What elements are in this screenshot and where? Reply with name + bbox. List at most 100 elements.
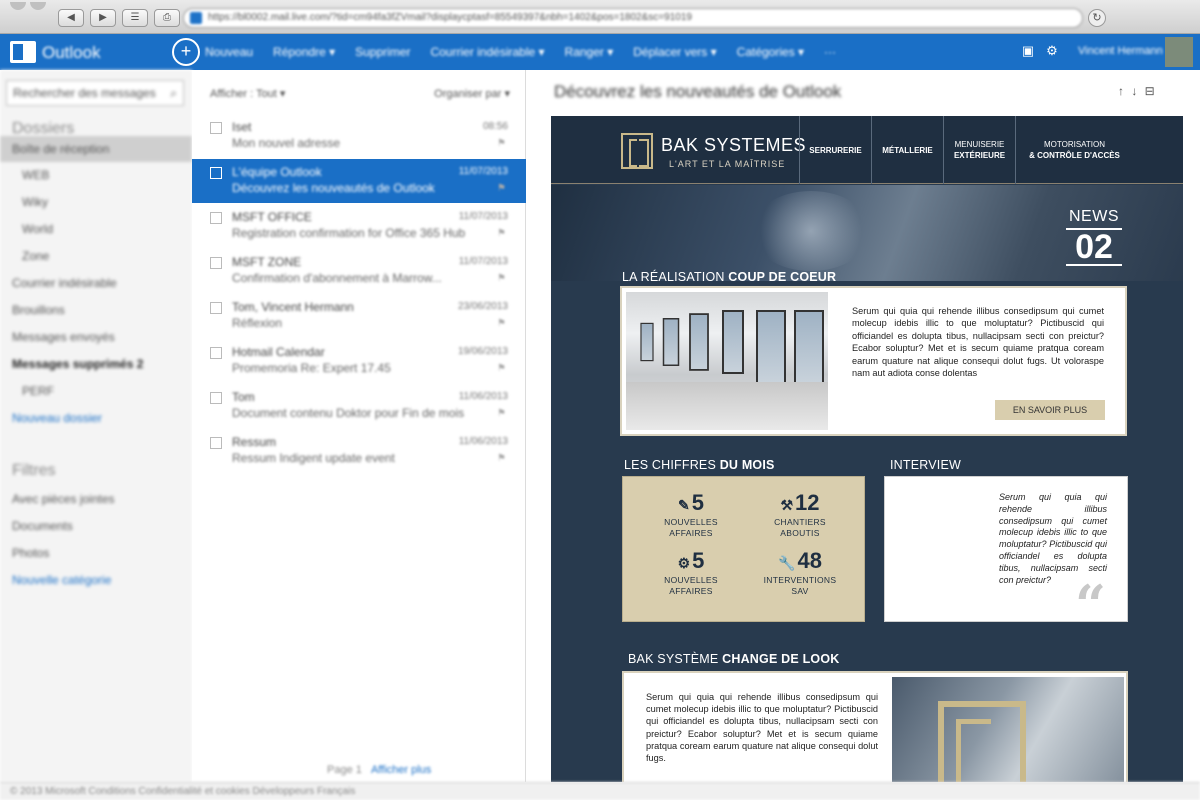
list-item[interactable]: Tom 11/06/2013 Document contenu Doktor pou… <box>192 384 526 428</box>
folder-item[interactable]: Messages envoyés <box>12 330 115 344</box>
flag-icon[interactable]: ⚑ <box>497 273 506 284</box>
back-button[interactable]: ◀ <box>58 9 84 27</box>
filter-label[interactable]: Afficher : Tout ▾ <box>210 88 285 100</box>
folder-item[interactable]: WEB <box>22 168 49 182</box>
nav-motorisation[interactable]: MOTORISATION & CONTRÔLE D'ACCÈS <box>1015 116 1133 184</box>
pen-icon: ✎ <box>678 497 690 513</box>
url-text: https://bl0002.mail.live.com/?tid=cm94fa… <box>208 12 692 23</box>
message-checkbox[interactable] <box>210 437 222 449</box>
message-checkbox[interactable] <box>210 167 222 179</box>
reading-nav-icons[interactable]: ↑ ↓ ⊟ <box>1118 84 1157 98</box>
forward-button[interactable]: ▶ <box>90 9 116 27</box>
learn-more-button[interactable]: EN SAVOIR PLUS <box>995 400 1105 420</box>
command-item[interactable]: ··· <box>824 45 836 59</box>
filters-heading[interactable]: Filtres <box>12 462 56 480</box>
message-checkbox[interactable] <box>210 392 222 404</box>
list-item[interactable]: L'équipe Outlook 11/07/2013 Découvrez les … <box>192 159 526 203</box>
folder-item[interactable]: Zone <box>22 249 49 263</box>
reading-pane: Découvrez les nouveautés de Outlook ↑ ↓ … <box>526 70 1200 782</box>
pager-next-link[interactable]: Afficher plus <box>371 764 431 776</box>
command-item[interactable]: Supprimer <box>355 45 410 59</box>
folder-item[interactable]: Courrier indésirable <box>12 276 117 290</box>
flag-icon[interactable]: ⚑ <box>497 363 506 374</box>
avatar[interactable] <box>1165 37 1193 67</box>
messenger-icon[interactable]: ▣ <box>1020 43 1036 59</box>
flag-icon[interactable]: ⚑ <box>497 228 506 239</box>
stat-item: ✎5 NOUVELLES AFFAIRES <box>664 490 718 539</box>
share-button[interactable]: ⎙ <box>154 9 180 27</box>
search-icon[interactable]: ⌕ <box>170 81 177 105</box>
user-name[interactable]: Vincent Hermann <box>1078 45 1163 57</box>
message-subject-line: Registration confirmation for Office 365… <box>232 226 466 240</box>
folder-item[interactable]: Nouveau dossier <box>12 411 102 425</box>
message-sender: MSFT OFFICE <box>232 210 312 224</box>
look-card: Serum qui quia qui rehende illibus conse… <box>622 671 1128 782</box>
message-sender: Tom <box>232 390 255 404</box>
filter-item[interactable]: Avec pièces jointes <box>12 492 115 506</box>
message-sender: Ressum <box>232 435 277 449</box>
folder-pane: Rechercher des messages ⌕ Dossiers Boîte… <box>0 70 192 782</box>
list-item[interactable]: Tom, Vincent Hermann 23/06/2013 Réflexion ⚑ <box>192 294 526 338</box>
list-item[interactable]: MSFT ZONE 11/07/2013 Confirmation d'abonne… <box>192 249 526 293</box>
sort-label[interactable]: Organiser par ▾ <box>434 87 510 100</box>
status-bar: © 2013 Microsoft Conditions Confidential… <box>0 782 1200 800</box>
flag-icon[interactable]: ⚑ <box>497 453 506 464</box>
folder-item[interactable]: Brouillons <box>12 303 65 317</box>
flag-icon[interactable]: ⚑ <box>497 318 506 329</box>
window-close-icon[interactable] <box>10 2 26 10</box>
message-subject-line: Promemoria Re: Expert 17.45 <box>232 361 391 375</box>
flag-icon[interactable]: ⚑ <box>497 183 506 194</box>
outlook-brand[interactable]: Outlook <box>42 43 101 63</box>
folder-item[interactable]: World <box>22 222 53 236</box>
list-item[interactable]: MSFT OFFICE 11/07/2013 Registration confir… <box>192 204 526 248</box>
bookmarks-button[interactable]: ☰ <box>122 9 148 27</box>
flag-icon[interactable]: ⚑ <box>497 138 506 149</box>
message-subject-line: Mon nouvel adresse <box>232 136 341 150</box>
message-checkbox[interactable] <box>210 302 222 314</box>
list-item[interactable]: Iset 08:56 Mon nouvel adresse ⚑ <box>192 114 526 158</box>
folder-item[interactable]: Messages supprimés 2 <box>12 357 143 371</box>
section-look-title: BAK SYSTÈME CHANGE DE LOOK <box>628 652 840 666</box>
stat-item: ⚒12 CHANTIERS ABOUTIS <box>774 490 826 539</box>
filter-item[interactable]: Documents <box>12 519 73 533</box>
favicon-icon <box>190 12 202 24</box>
gear-icon[interactable]: ⚙ <box>1044 43 1060 59</box>
folder-item[interactable]: Wiky <box>22 195 48 209</box>
message-subject-line: Ressum Indigent update event <box>232 451 395 465</box>
list-item[interactable]: Ressum 11/06/2013 Ressum Indigent update e… <box>192 429 526 473</box>
command-item[interactable]: Ranger ▾ <box>565 45 614 59</box>
message-checkbox[interactable] <box>210 347 222 359</box>
list-filter[interactable]: Afficher : Tout ▾ Organiser par ▾ <box>210 87 510 100</box>
command-item[interactable]: Courrier indésirable ▾ <box>430 45 544 59</box>
nav-menuiserie[interactable]: MENUISERIE EXTÉRIEURE <box>943 116 1015 184</box>
command-item[interactable]: Déplacer vers ▾ <box>633 45 716 59</box>
flag-icon[interactable]: ⚑ <box>497 408 506 419</box>
message-checkbox[interactable] <box>210 122 222 134</box>
folder-item[interactable]: PERF <box>22 384 54 398</box>
command-item[interactable]: Répondre ▾ <box>273 45 335 59</box>
message-checkbox[interactable] <box>210 212 222 224</box>
search-input[interactable]: Rechercher des messages ⌕ <box>6 80 184 106</box>
list-item[interactable]: Hotmail Calendar 19/06/2013 Promemoria Re:… <box>192 339 526 383</box>
nav-metallerie[interactable]: MÉTALLERIE <box>871 116 943 184</box>
message-subject-line: Confirmation d'abonnement à Marrow... <box>232 271 442 285</box>
folder-item[interactable]: Boîte de réception <box>0 136 192 162</box>
section-realisation-title: LA RÉALISATION COUP DE COEUR <box>622 270 837 284</box>
filter-item[interactable]: Nouvelle catégorie <box>12 573 111 587</box>
interview-box: Serum qui quia qui rehende illibus conse… <box>884 476 1128 637</box>
news-label: NEWS <box>1069 208 1119 225</box>
window-minimize-icon[interactable] <box>30 2 46 10</box>
command-item[interactable]: Catégories ▾ <box>737 45 804 59</box>
bak-logo-icon <box>621 133 653 169</box>
gear-icon: ⚙ <box>677 555 691 571</box>
message-date: 08:56 <box>482 121 508 132</box>
nav-serrurerie[interactable]: SERRURERIE <box>799 116 871 184</box>
command-item[interactable]: Nouveau <box>205 45 253 59</box>
address-bar[interactable]: https://bl0002.mail.live.com/?tid=cm94fa… <box>183 8 1083 28</box>
message-checkbox[interactable] <box>210 257 222 269</box>
reload-icon[interactable]: ↻ <box>1088 9 1106 27</box>
command-bar: Nouveau Répondre ▾ Supprimer Courrier indés… <box>205 45 836 59</box>
new-message-icon[interactable]: + <box>172 38 200 66</box>
outlook-logo-icon[interactable] <box>10 41 36 63</box>
filter-item[interactable]: Photos <box>12 546 49 560</box>
